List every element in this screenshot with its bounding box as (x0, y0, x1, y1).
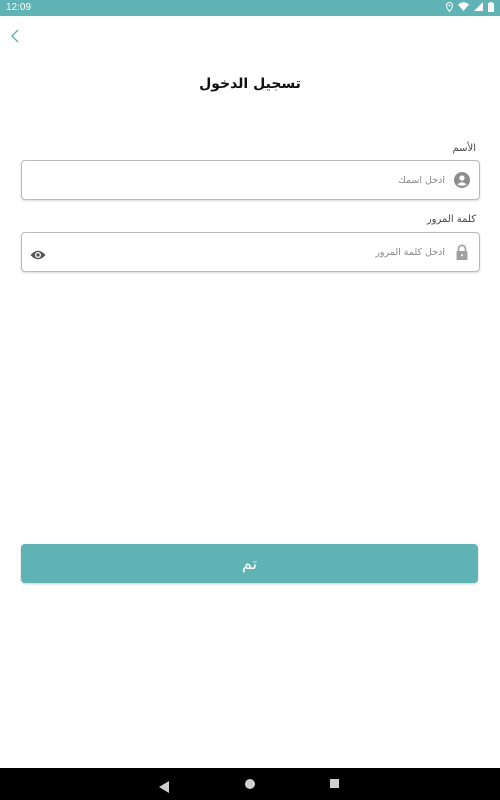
wifi-icon (458, 2, 469, 14)
eye-icon (30, 246, 46, 265)
navigation-bar (0, 768, 500, 800)
nav-recent-apps-icon[interactable] (330, 779, 339, 788)
location-icon (445, 1, 454, 15)
page-title: تسجيل الدخول (199, 76, 301, 92)
password-field[interactable] (21, 232, 480, 272)
battery-icon (488, 1, 494, 15)
name-label: الأسم (452, 143, 476, 154)
name-field[interactable] (21, 160, 480, 200)
status-time: 12:09 (6, 2, 32, 13)
submit-button[interactable]: تم (21, 544, 478, 583)
nav-back-icon[interactable] (159, 778, 169, 797)
password-input[interactable] (85, 233, 445, 271)
user-circle-icon (454, 172, 470, 188)
back-button[interactable] (6, 26, 26, 46)
password-label: كلمة المرور (426, 214, 476, 225)
password-visibility-toggle[interactable] (30, 246, 46, 260)
status-bar: 12:09 (0, 0, 500, 16)
status-icons (445, 1, 494, 15)
lock-icon (454, 244, 470, 260)
chevron-left-icon (6, 29, 26, 50)
name-input[interactable] (85, 161, 445, 199)
nav-home-icon[interactable] (245, 779, 255, 789)
submit-label: تم (241, 554, 258, 573)
signal-icon (474, 2, 483, 14)
